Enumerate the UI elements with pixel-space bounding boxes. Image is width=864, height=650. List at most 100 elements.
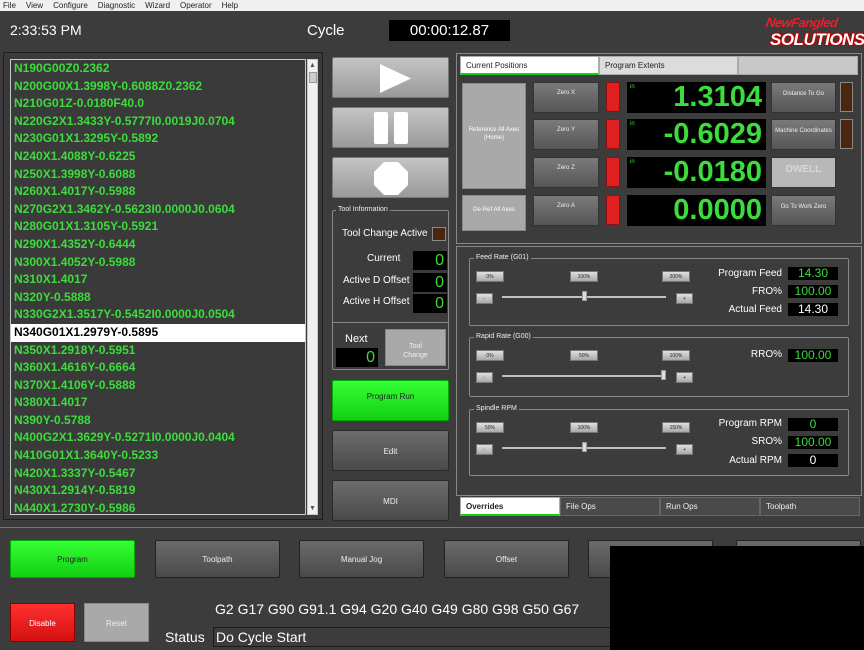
menu-diagnostic[interactable]: Diagnostic <box>98 0 135 11</box>
dro-y[interactable]: in -0.6029 <box>627 119 766 150</box>
gcode-line[interactable]: N400G2X1.3629Y-0.5271I0.0000J0.0404 <box>11 429 305 447</box>
gcode-line[interactable]: N310X1.4017 <box>11 271 305 289</box>
dro-x[interactable]: in 1.3104 <box>627 82 766 113</box>
spindle-100-button[interactable]: 100% <box>570 422 598 433</box>
dro-z[interactable]: in -0.0180 <box>627 157 766 188</box>
gcode-line[interactable]: N250X1.3998Y-0.6088 <box>11 166 305 184</box>
feed-100-button[interactable]: 100% <box>570 271 598 282</box>
menu-wizard[interactable]: Wizard <box>145 0 170 11</box>
gcode-line[interactable]: N290X1.4352Y-0.6444 <box>11 236 305 254</box>
gcode-scrollbar[interactable]: ▲ ▼ <box>307 59 318 515</box>
disable-button[interactable]: Disable <box>10 603 75 642</box>
gcode-line[interactable]: N380X1.4017 <box>11 394 305 412</box>
rapid-plus-button[interactable]: + <box>676 372 693 383</box>
axis-a-ref-indicator <box>606 195 620 225</box>
scroll-up-icon[interactable]: ▲ <box>308 60 317 71</box>
feed-minus-button[interactable]: - <box>476 293 493 304</box>
rapid-slider-track[interactable] <box>502 375 666 377</box>
feed-hold-button[interactable] <box>332 107 449 148</box>
deref-all-button[interactable]: De-Ref All Axes <box>462 195 526 231</box>
machine-coordinates-led <box>840 119 853 149</box>
gcode-line[interactable]: N430X1.2914Y-0.5819 <box>11 482 305 500</box>
menu-view[interactable]: View <box>26 0 43 11</box>
gcode-list[interactable]: N190G00Z0.2362 N200G00X1.3998Y-0.6088Z0.2… <box>10 59 306 515</box>
tab-toolpath[interactable]: Toolpath <box>760 497 860 516</box>
tab-overrides[interactable]: Overrides <box>460 497 560 516</box>
feed-0-button[interactable]: 0% <box>476 271 504 282</box>
program-rpm-value: 0 <box>788 418 838 431</box>
feed-slider-thumb[interactable] <box>581 291 587 301</box>
gcode-line[interactable]: N210G01Z-0.0180F40.0 <box>11 95 305 113</box>
zero-z-button[interactable]: Zero Z <box>533 157 599 188</box>
scroll-down-icon[interactable]: ▼ <box>308 503 317 514</box>
go-to-work-zero-button[interactable]: Go To Work Zero <box>771 195 836 226</box>
nav-program[interactable]: Program <box>10 540 135 578</box>
machine-coordinates-button[interactable]: Machine Coordinates <box>771 119 836 150</box>
gcode-line[interactable]: N270G2X1.3462Y-0.5623I0.0000J0.0604 <box>11 201 305 219</box>
gcode-line[interactable]: N440X1.2730Y-0.5986 <box>11 500 305 514</box>
gcode-line[interactable]: N390Y-0.5788 <box>11 412 305 430</box>
next-tool-value: 0 <box>336 348 378 367</box>
gcode-line[interactable]: N350X1.2918Y-0.5951 <box>11 342 305 360</box>
status-label: Status <box>165 629 205 645</box>
gcode-line[interactable]: N420X1.3337Y-0.5467 <box>11 465 305 483</box>
gcode-line[interactable]: N220G2X1.3433Y-0.5777I0.0019J0.0704 <box>11 113 305 131</box>
distance-to-go-button[interactable]: Distance To Go <box>771 82 836 113</box>
rapid-50-button[interactable]: 50% <box>570 350 598 361</box>
play-icon <box>380 64 411 93</box>
current-tool-label: Current <box>367 253 401 264</box>
program-run-button[interactable]: Program Run <box>332 380 449 421</box>
spindle-slider-thumb[interactable] <box>581 442 587 452</box>
tab-program-extents[interactable]: Program Extents <box>599 56 738 75</box>
gcode-line[interactable]: N280G01X1.3105Y-0.5921 <box>11 218 305 236</box>
dro-a[interactable]: 0.0000 <box>627 195 766 226</box>
rapid-slider-thumb[interactable] <box>661 370 666 380</box>
spindle-50-button[interactable]: 50% <box>476 422 504 433</box>
gcode-line[interactable]: N260X1.4017Y-0.5988 <box>11 183 305 201</box>
gcode-line[interactable]: N230G01X1.3295Y-0.5892 <box>11 130 305 148</box>
actual-rpm-value: 0 <box>788 454 838 467</box>
menu-file[interactable]: File <box>3 0 16 11</box>
menu-help[interactable]: Help <box>222 0 238 11</box>
zero-y-button[interactable]: Zero Y <box>533 119 599 150</box>
dwell-indicator: DWELL <box>771 157 836 188</box>
gcode-line[interactable]: N320Y-0.5888 <box>11 289 305 307</box>
program-feed-value: 14.30 <box>788 267 838 280</box>
nav-toolpath[interactable]: Toolpath <box>155 540 280 578</box>
menu-configure[interactable]: Configure <box>53 0 88 11</box>
gcode-line[interactable]: N360X1.4616Y-0.6664 <box>11 359 305 377</box>
gcode-line[interactable]: N410G01X1.3640Y-0.5233 <box>11 447 305 465</box>
gcode-line[interactable]: N300X1.4052Y-0.5988 <box>11 254 305 272</box>
h-offset-value: 0 <box>413 294 447 313</box>
gcode-line[interactable]: N200G00X1.3998Y-0.6088Z0.2362 <box>11 78 305 96</box>
rapid-0-button[interactable]: 0% <box>476 350 504 361</box>
scroll-thumb[interactable] <box>309 72 317 83</box>
gcode-line[interactable]: N370X1.4106Y-0.5888 <box>11 377 305 395</box>
nav-offset[interactable]: Offset <box>444 540 569 578</box>
reset-button[interactable]: Reset <box>84 603 149 642</box>
nav-manual-jog[interactable]: Manual Jog <box>299 540 424 578</box>
menu-operator[interactable]: Operator <box>180 0 212 11</box>
stop-icon <box>374 162 408 195</box>
cycle-start-button[interactable] <box>332 57 449 98</box>
menu-bar: File View Configure Diagnostic Wizard Op… <box>0 0 864 11</box>
gcode-line[interactable]: N190G00Z0.2362 <box>11 60 305 78</box>
mdi-button[interactable]: MDI <box>332 480 449 521</box>
tab-run-ops[interactable]: Run Ops <box>660 497 760 516</box>
rapid-minus-button[interactable]: - <box>476 372 493 383</box>
zero-a-button[interactable]: Zero A <box>533 195 599 226</box>
reference-all-button[interactable]: Reference All Axes (Home) <box>462 83 526 189</box>
stop-button[interactable] <box>332 157 449 198</box>
rro-label: RRO% <box>750 349 782 360</box>
gcode-line-active[interactable]: N340G01X1.2979Y-0.5895 <box>11 323 305 342</box>
sro-label: SRO% <box>751 436 782 447</box>
spindle-minus-button[interactable]: - <box>476 444 493 455</box>
tab-file-ops[interactable]: File Ops <box>560 497 660 516</box>
tool-change-button[interactable]: Tool Change <box>385 329 446 366</box>
zero-x-button[interactable]: Zero X <box>533 82 599 113</box>
tab-current-positions[interactable]: Current Positions <box>460 56 599 75</box>
gcode-line[interactable]: N330G2X1.3517Y-0.5452I0.0000J0.0504 <box>11 306 305 324</box>
gcode-line[interactable]: N240X1.4088Y-0.6225 <box>11 148 305 166</box>
edit-button[interactable]: Edit <box>332 430 449 471</box>
current-tool-value: 0 <box>413 251 447 270</box>
